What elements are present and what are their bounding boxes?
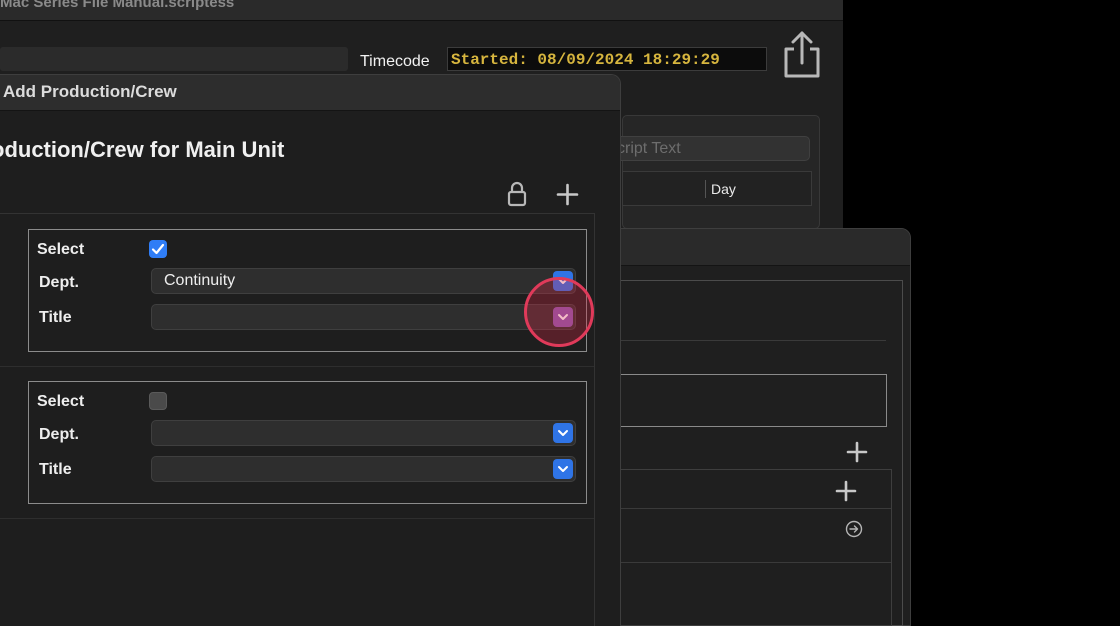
sheet-heading: oduction/Crew for Main Unit bbox=[0, 137, 285, 162]
column-divider[interactable] bbox=[705, 180, 706, 198]
add-entry-button[interactable] bbox=[556, 183, 579, 206]
title-popup[interactable] bbox=[151, 304, 576, 330]
main-titlebar: Mac Series File Manual.scriptess bbox=[0, 0, 843, 21]
timecode-label: Timecode bbox=[360, 53, 430, 70]
row-open-button[interactable] bbox=[845, 520, 863, 538]
sheet-title: Add Production/Crew bbox=[3, 82, 177, 101]
lock-icon bbox=[507, 181, 527, 207]
table-row-divider bbox=[617, 508, 891, 509]
title-popup[interactable] bbox=[151, 456, 576, 482]
secondary-text-field[interactable] bbox=[616, 374, 887, 427]
crew-entry: Select Dept. Continuity Title bbox=[28, 229, 587, 352]
dept-popup-arrow[interactable] bbox=[553, 423, 573, 443]
script-text-search-placeholder: cript Text bbox=[617, 140, 681, 157]
share-icon bbox=[784, 31, 820, 78]
table-row-divider bbox=[617, 562, 891, 563]
dept-label: Dept. bbox=[39, 274, 79, 291]
click-indicator bbox=[524, 277, 594, 347]
timecode-value: Started: 08/09/2024 18:29:29 bbox=[451, 51, 720, 69]
crew-entry: Select Dept. Title bbox=[28, 381, 587, 504]
select-checkbox[interactable] bbox=[149, 392, 167, 410]
secondary-window-titlebar bbox=[591, 229, 910, 266]
select-label: Select bbox=[37, 393, 85, 410]
column-header-day[interactable]: Day bbox=[711, 181, 736, 197]
lock-button[interactable] bbox=[507, 181, 527, 207]
circle-arrow-icon bbox=[845, 520, 863, 538]
main-window-title: Mac Series File Manual.scriptess bbox=[0, 0, 235, 11]
title-popup-arrow[interactable] bbox=[553, 459, 573, 479]
title-label: Title bbox=[39, 461, 72, 478]
row-divider bbox=[0, 366, 594, 367]
row-divider bbox=[0, 518, 594, 519]
chevron-down-icon bbox=[558, 466, 568, 472]
dept-popup[interactable] bbox=[151, 420, 576, 446]
table-add-button[interactable] bbox=[835, 480, 857, 502]
divider bbox=[618, 340, 886, 341]
plus-icon bbox=[556, 183, 579, 206]
plus-icon bbox=[835, 480, 857, 502]
select-label: Select bbox=[37, 241, 85, 258]
share-button[interactable] bbox=[781, 30, 823, 80]
chevron-down-icon bbox=[558, 430, 568, 436]
title-label: Title bbox=[39, 309, 72, 326]
dept-label: Dept. bbox=[39, 426, 79, 443]
plus-icon bbox=[846, 441, 868, 463]
select-checkbox[interactable] bbox=[149, 240, 167, 258]
checkmark-icon bbox=[151, 243, 165, 255]
secondary-add-button[interactable] bbox=[846, 441, 868, 463]
dept-value: Continuity bbox=[164, 272, 236, 289]
dept-popup[interactable]: Continuity bbox=[151, 268, 576, 294]
main-search-field[interactable] bbox=[0, 47, 348, 71]
